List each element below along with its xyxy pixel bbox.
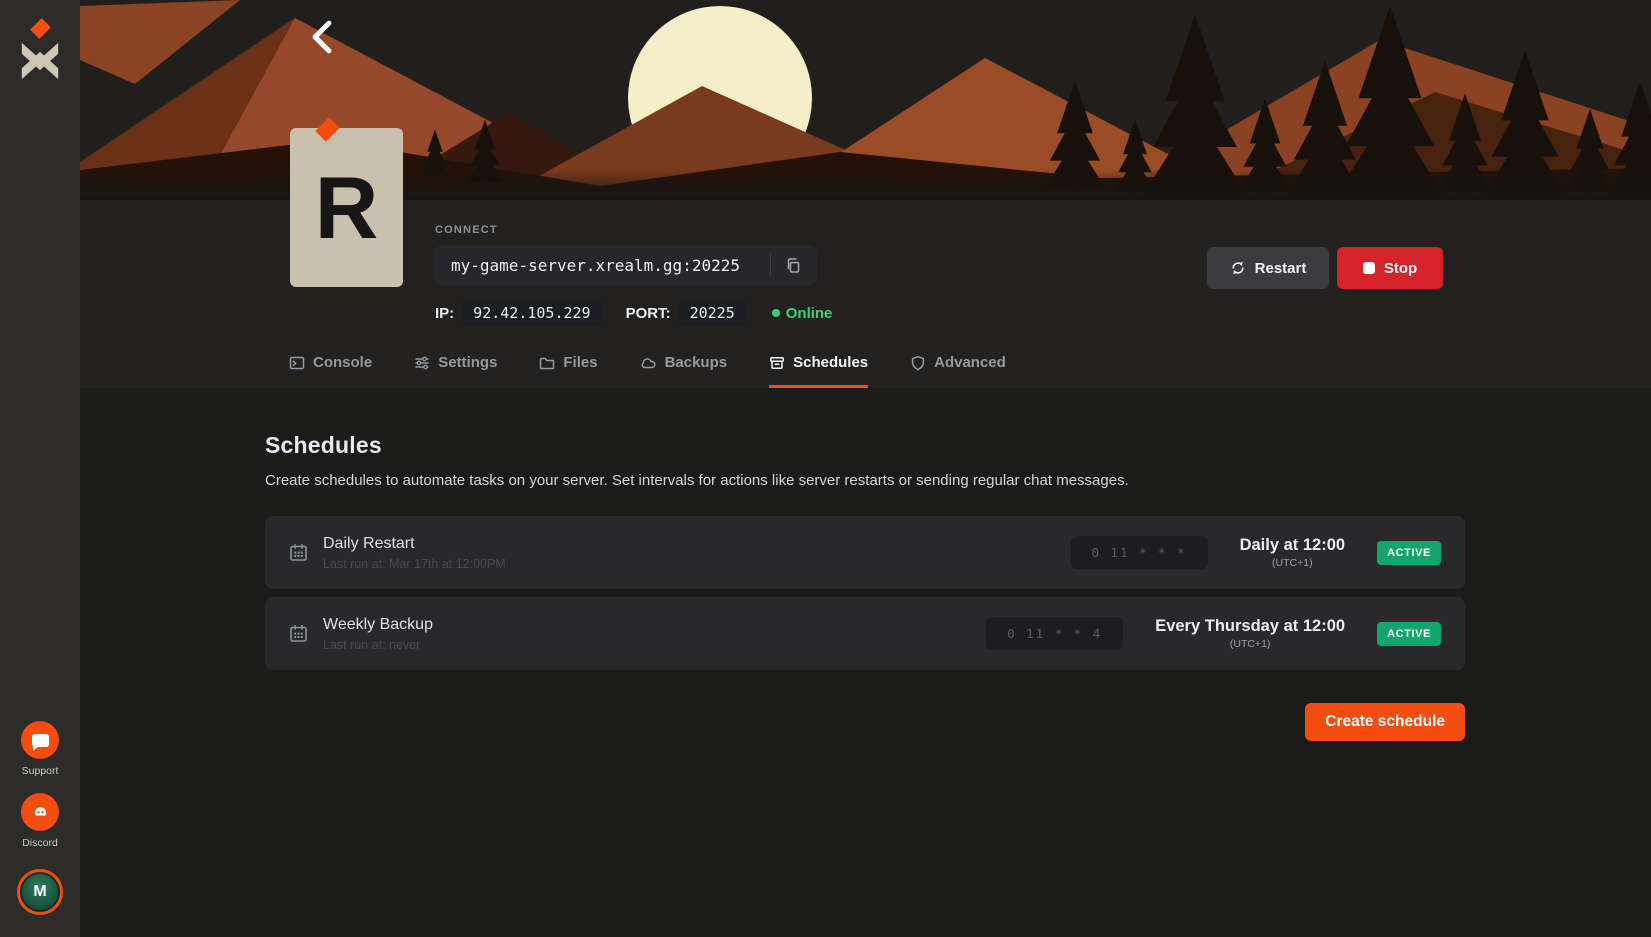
schedule-last-run: Last run at: Mar 17th at 12:00PM bbox=[323, 557, 506, 571]
cron-expression: 0 11 * * 4 bbox=[986, 617, 1123, 650]
tab-files[interactable]: Files bbox=[539, 354, 597, 388]
schedule-timezone: (UTC+1) bbox=[1240, 557, 1345, 569]
discord-button[interactable] bbox=[21, 793, 59, 831]
schedule-list: Daily Restart Last run at: Mar 17th at 1… bbox=[265, 516, 1465, 670]
archive-icon bbox=[769, 355, 785, 371]
stop-label: Stop bbox=[1384, 260, 1417, 277]
online-status-text: Online bbox=[786, 305, 833, 322]
stop-button[interactable]: Stop bbox=[1337, 247, 1443, 289]
calendar-icon bbox=[289, 543, 308, 562]
connect-label: CONNECT bbox=[435, 224, 817, 236]
tab-label: Advanced bbox=[934, 354, 1006, 371]
tab-label: Backups bbox=[665, 354, 728, 371]
tab-label: Schedules bbox=[793, 354, 868, 371]
schedule-name: Weekly Backup bbox=[323, 616, 433, 634]
shield-icon bbox=[910, 355, 926, 371]
schedule-row-right: 0 11 * * * Daily at 12:00 (UTC+1) ACTIVE bbox=[1071, 536, 1441, 569]
chevron-left-icon bbox=[305, 20, 339, 54]
connect-address: my-game-server.xrealm.gg:20225 bbox=[451, 256, 760, 275]
tab-backups[interactable]: Backups bbox=[640, 354, 728, 388]
tab-advanced[interactable]: Advanced bbox=[910, 354, 1006, 388]
server-panel: R CONNECT my-game-server.xrealm.gg:20225… bbox=[0, 0, 1651, 937]
calendar-icon bbox=[289, 624, 308, 643]
status-badge: ACTIVE bbox=[1377, 541, 1441, 565]
ip-port-row: IP: 92.42.105.229 PORT: 20225 Online bbox=[435, 300, 832, 326]
divider bbox=[770, 254, 771, 276]
app-sidebar: Support Discord M bbox=[0, 0, 80, 937]
page-title: Schedules bbox=[265, 432, 1651, 459]
schedule-time-text: Daily at 12:00 bbox=[1240, 536, 1345, 555]
cloud-icon bbox=[640, 355, 657, 371]
schedule-row-weekly-backup[interactable]: Weekly Backup Last run at: never 0 11 * … bbox=[265, 597, 1465, 670]
connect-address-box: my-game-server.xrealm.gg:20225 bbox=[435, 245, 817, 285]
schedule-info: Weekly Backup Last run at: never bbox=[323, 616, 433, 652]
terminal-icon bbox=[289, 355, 305, 371]
schedule-last-run: Last run at: never bbox=[323, 638, 433, 652]
create-schedule-row: Create schedule bbox=[265, 703, 1465, 741]
port-value: 20225 bbox=[679, 300, 746, 326]
port-label: PORT: bbox=[626, 305, 671, 322]
server-status: Online bbox=[772, 305, 833, 322]
refresh-icon bbox=[1230, 260, 1246, 276]
back-button[interactable] bbox=[305, 20, 339, 54]
tab-label: Console bbox=[313, 354, 372, 371]
user-avatar[interactable]: M bbox=[17, 869, 63, 915]
server-logo-card: R bbox=[290, 128, 403, 287]
tab-label: Settings bbox=[438, 354, 497, 371]
connect-section: CONNECT my-game-server.xrealm.gg:20225 bbox=[435, 224, 817, 285]
ip-value: 92.42.105.229 bbox=[462, 300, 601, 326]
sidebar-bottom: Support Discord M bbox=[17, 721, 63, 923]
ip-label: IP: bbox=[435, 305, 454, 322]
server-tabs: Console Settings bbox=[289, 354, 1006, 388]
support-label: Support bbox=[22, 765, 59, 777]
copy-icon bbox=[785, 257, 802, 274]
schedule-time: Every Thursday at 12:00 (UTC+1) bbox=[1155, 617, 1345, 650]
tab-label: Files bbox=[563, 354, 597, 371]
restart-button[interactable]: Restart bbox=[1207, 247, 1329, 289]
schedule-name: Daily Restart bbox=[323, 535, 506, 553]
support-button[interactable] bbox=[21, 721, 59, 759]
create-schedule-button[interactable]: Create schedule bbox=[1305, 703, 1465, 741]
xrealm-logo[interactable] bbox=[21, 22, 59, 81]
copy-address-button[interactable] bbox=[781, 253, 805, 277]
schedule-time: Daily at 12:00 (UTC+1) bbox=[1240, 536, 1345, 569]
discord-label: Discord bbox=[22, 837, 58, 849]
schedule-row-daily-restart[interactable]: Daily Restart Last run at: Mar 17th at 1… bbox=[265, 516, 1465, 589]
chat-bubble-icon bbox=[32, 734, 49, 747]
tab-console[interactable]: Console bbox=[289, 354, 372, 388]
schedule-time-text: Every Thursday at 12:00 bbox=[1155, 617, 1345, 636]
schedule-timezone: (UTC+1) bbox=[1155, 638, 1345, 650]
folder-icon bbox=[539, 355, 555, 371]
logo-diamond-icon bbox=[30, 18, 51, 39]
status-badge: ACTIVE bbox=[1377, 622, 1441, 646]
sliders-icon bbox=[414, 355, 430, 371]
server-logo-letter: R bbox=[315, 164, 379, 252]
online-dot-icon bbox=[772, 309, 780, 317]
schedules-panel: Schedules Create schedules to automate t… bbox=[80, 388, 1651, 937]
tab-settings[interactable]: Settings bbox=[414, 354, 497, 388]
server-action-buttons: Restart Stop bbox=[1207, 247, 1443, 289]
page-description: Create schedules to automate tasks on yo… bbox=[265, 472, 1651, 489]
schedule-info: Daily Restart Last run at: Mar 17th at 1… bbox=[323, 535, 506, 571]
cron-expression: 0 11 * * * bbox=[1071, 536, 1208, 569]
logo-bowtie-icon bbox=[21, 41, 59, 81]
schedule-row-right: 0 11 * * 4 Every Thursday at 12:00 (UTC+… bbox=[986, 617, 1441, 650]
discord-icon bbox=[31, 804, 50, 820]
tab-schedules[interactable]: Schedules bbox=[769, 354, 868, 388]
stop-square-icon bbox=[1363, 262, 1375, 274]
restart-label: Restart bbox=[1255, 260, 1307, 277]
